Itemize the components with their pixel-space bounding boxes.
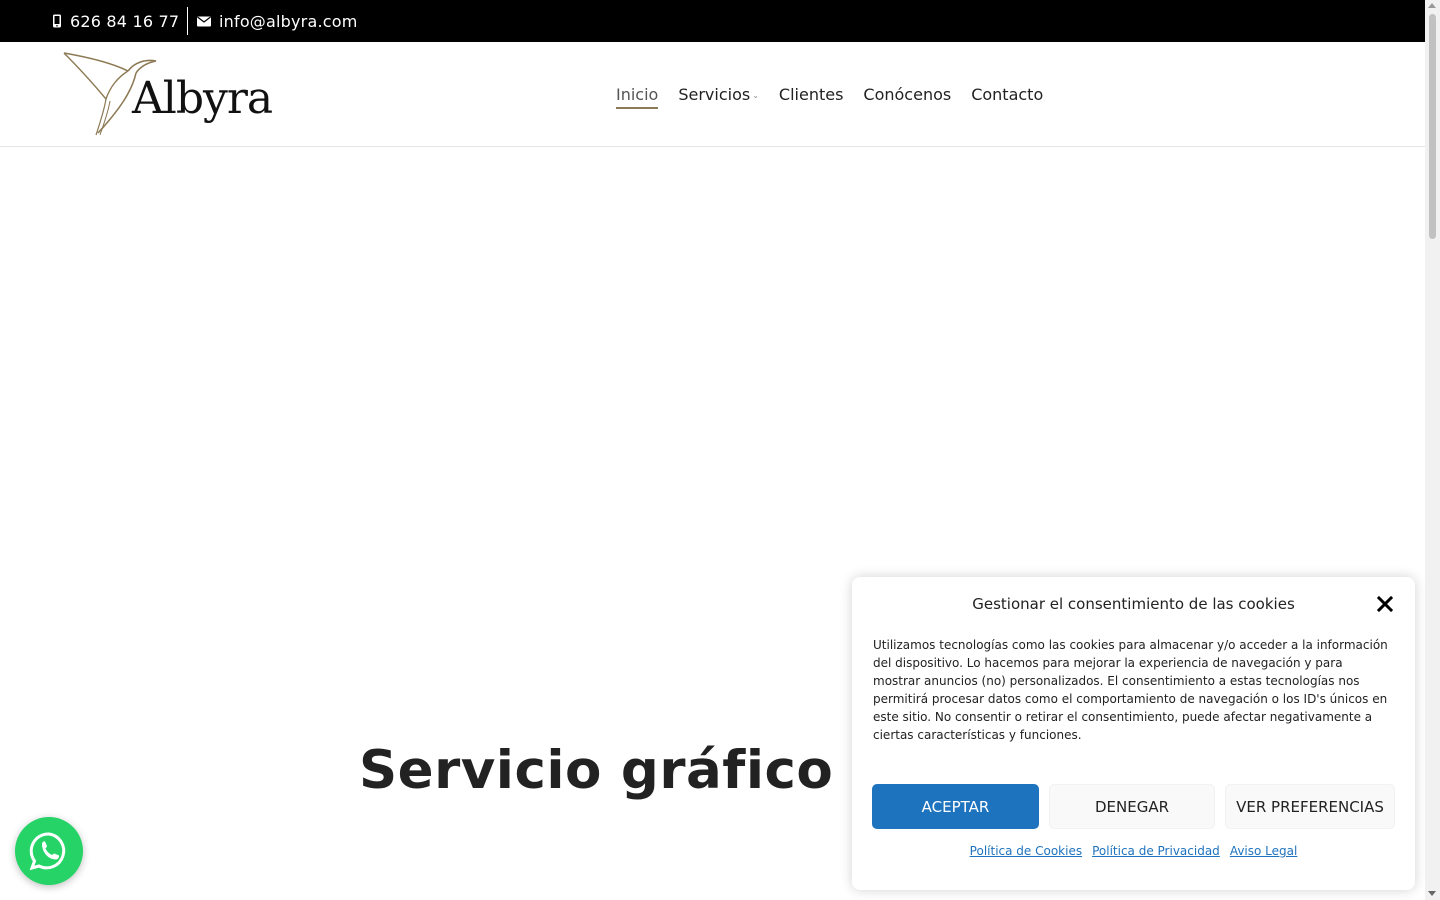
email-contact[interactable]: info@albyra.com xyxy=(197,0,358,42)
main-nav: Inicio Servicios ⌄ Clientes Conócenos Co… xyxy=(616,42,1063,146)
nav-item-conocenos[interactable]: Conócenos xyxy=(863,85,951,104)
cookie-policy-links: Política de Cookies Política de Privacid… xyxy=(852,844,1415,858)
chevron-down-icon: ⌄ xyxy=(752,90,759,100)
privacy-policy-link[interactable]: Política de Privacidad xyxy=(1092,844,1220,858)
phone-contact[interactable]: 626 84 16 77 xyxy=(52,0,179,42)
nav-item-clientes[interactable]: Clientes xyxy=(779,85,844,104)
nav-item-label: Conócenos xyxy=(863,84,952,104)
page-scrollbar[interactable] xyxy=(1425,0,1440,900)
phone-number: 626 84 16 77 xyxy=(70,11,180,31)
accept-button[interactable]: ACEPTAR xyxy=(872,784,1039,829)
legal-notice-link[interactable]: Aviso Legal xyxy=(1230,844,1298,858)
nav-item-label: Contacto xyxy=(971,84,1044,104)
deny-button[interactable]: DENEGAR xyxy=(1049,784,1215,829)
nav-item-contacto[interactable]: Contacto xyxy=(971,85,1043,104)
nav-item-label: Servicios xyxy=(678,84,751,104)
mobile-phone-icon xyxy=(53,14,61,28)
cookie-policy-link[interactable]: Política de Cookies xyxy=(970,844,1082,858)
nav-item-servicios[interactable]: Servicios ⌄ xyxy=(678,85,759,104)
scroll-down-arrow-icon[interactable] xyxy=(1428,891,1436,896)
nav-item-inicio[interactable]: Inicio xyxy=(616,84,659,109)
top-contact-bar: 626 84 16 77 info@albyra.com xyxy=(0,0,1425,42)
whatsapp-button[interactable] xyxy=(15,817,83,885)
cookie-consent-panel: Gestionar el consentimiento de las cooki… xyxy=(852,577,1415,890)
email-address: info@albyra.com xyxy=(219,11,358,31)
scroll-up-arrow-icon[interactable] xyxy=(1428,3,1436,8)
topbar-divider xyxy=(187,7,188,35)
logo-wordmark: Albyra xyxy=(132,73,273,124)
close-icon xyxy=(1376,595,1394,613)
close-button[interactable] xyxy=(1375,594,1395,614)
nav-item-label: Clientes xyxy=(778,84,844,104)
cookie-title: Gestionar el consentimiento de las cooki… xyxy=(972,595,1295,613)
hero-title: Servicio gráfico i xyxy=(359,740,871,801)
site-logo[interactable]: Albyra xyxy=(62,51,273,137)
scrollbar-thumb[interactable] xyxy=(1429,14,1436,239)
cookie-message: Utilizamos tecnologías como las cookies … xyxy=(873,638,1388,742)
preferences-button[interactable]: VER PREFERENCIAS xyxy=(1225,784,1395,829)
whatsapp-icon xyxy=(29,832,66,871)
envelope-icon xyxy=(197,16,211,26)
nav-item-label: Inicio xyxy=(616,84,659,104)
site-header: Albyra Inicio Servicios ⌄ Clientes Conóc… xyxy=(0,42,1425,147)
